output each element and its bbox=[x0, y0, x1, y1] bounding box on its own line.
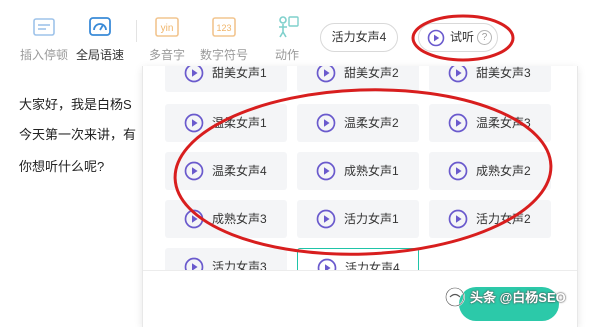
editor-line: 今天第一次来讲，有 bbox=[19, 127, 137, 142]
voice-option-label: 温柔女声2 bbox=[344, 116, 399, 130]
toolbar-divider bbox=[136, 20, 137, 42]
polyphone-icon-text: yin bbox=[161, 23, 174, 34]
play-icon bbox=[184, 66, 204, 83]
voice-option-label: 成熟女声3 bbox=[212, 212, 267, 226]
voice-option-label: 温柔女声4 bbox=[212, 164, 267, 178]
voice-option[interactable]: 成熟女声3 bbox=[165, 200, 287, 238]
play-icon bbox=[448, 66, 468, 83]
voice-option-label: 活力女声1 bbox=[344, 212, 399, 226]
number-symbol-tool[interactable]: 123 数字符号 bbox=[196, 14, 252, 63]
voice-option[interactable]: 活力女声1 bbox=[297, 200, 419, 238]
play-icon bbox=[184, 209, 204, 229]
watermark-text: 头条 @白杨SEO bbox=[470, 290, 566, 305]
voice-option[interactable]: 温柔女声3 bbox=[429, 104, 551, 142]
help-icon[interactable]: ? bbox=[477, 30, 492, 45]
play-icon bbox=[448, 161, 468, 181]
voice-option-label: 甜美女声2 bbox=[344, 66, 399, 80]
play-icon bbox=[427, 29, 445, 47]
number-symbol-label: 数字符号 bbox=[199, 48, 248, 62]
editor-line: 大家好，我是白杨S bbox=[19, 97, 132, 112]
editor-line: 你想听什么呢? bbox=[19, 159, 105, 174]
insert-pause-tool[interactable]: 插入停顿 bbox=[16, 14, 72, 63]
voice-option-label: 甜美女声3 bbox=[476, 66, 531, 80]
play-icon bbox=[184, 161, 204, 181]
play-icon bbox=[316, 161, 336, 181]
voice-option[interactable]: 甜美女声3 bbox=[429, 66, 551, 92]
voice-option-label: 成熟女声1 bbox=[344, 164, 399, 178]
play-icon bbox=[316, 209, 336, 229]
global-speed-tool[interactable]: 全局语速 bbox=[72, 14, 128, 63]
play-icon bbox=[448, 113, 468, 133]
polyphone-tool[interactable]: yin 多音字 bbox=[139, 14, 195, 63]
play-icon bbox=[448, 209, 468, 229]
insert-pause-icon bbox=[33, 18, 55, 36]
number-symbol-icon-text: 123 bbox=[216, 23, 231, 33]
listen-label: 试听 bbox=[450, 30, 475, 44]
voice-option[interactable]: 活力女声2 bbox=[429, 200, 551, 238]
voice-option-label: 温柔女声3 bbox=[476, 116, 531, 130]
action-tool[interactable]: 动作 bbox=[259, 14, 315, 63]
global-speed-label: 全局语速 bbox=[75, 48, 124, 62]
global-speed-icon bbox=[89, 17, 111, 36]
action-icon bbox=[279, 16, 299, 38]
play-icon bbox=[316, 66, 336, 83]
play-icon bbox=[316, 113, 336, 133]
action-label: 动作 bbox=[274, 48, 299, 62]
toolbar: 插入停顿 全局语速 yin 多音字 123 数字符号 动作 活力女声4 试听 ? bbox=[0, 0, 610, 66]
voice-option[interactable]: 成熟女声1 bbox=[297, 152, 419, 190]
voice-option[interactable]: 温柔女声4 bbox=[165, 152, 287, 190]
voice-option[interactable]: 甜美女声1 bbox=[165, 66, 287, 92]
toutiao-logo-icon bbox=[445, 287, 465, 307]
voice-option[interactable]: 温柔女声2 bbox=[297, 104, 419, 142]
polyphone-label: 多音字 bbox=[148, 48, 185, 62]
voice-option-label: 温柔女声1 bbox=[212, 116, 267, 130]
listen-button[interactable]: 试听 ? bbox=[418, 23, 498, 52]
voice-option[interactable]: 成熟女声2 bbox=[429, 152, 551, 190]
voice-option-label: 甜美女声1 bbox=[212, 66, 267, 80]
voice-select-chip[interactable]: 活力女声4 bbox=[320, 23, 398, 52]
voice-option[interactable]: 甜美女声2 bbox=[297, 66, 419, 92]
polyphone-icon: yin bbox=[155, 17, 179, 37]
voice-option-label: 成熟女声2 bbox=[476, 164, 531, 178]
insert-pause-label: 插入停顿 bbox=[19, 48, 68, 62]
number-symbol-icon: 123 bbox=[212, 17, 236, 37]
play-icon bbox=[184, 113, 204, 133]
voice-option-label: 活力女声2 bbox=[476, 212, 531, 226]
voice-option[interactable]: 温柔女声1 bbox=[165, 104, 287, 142]
